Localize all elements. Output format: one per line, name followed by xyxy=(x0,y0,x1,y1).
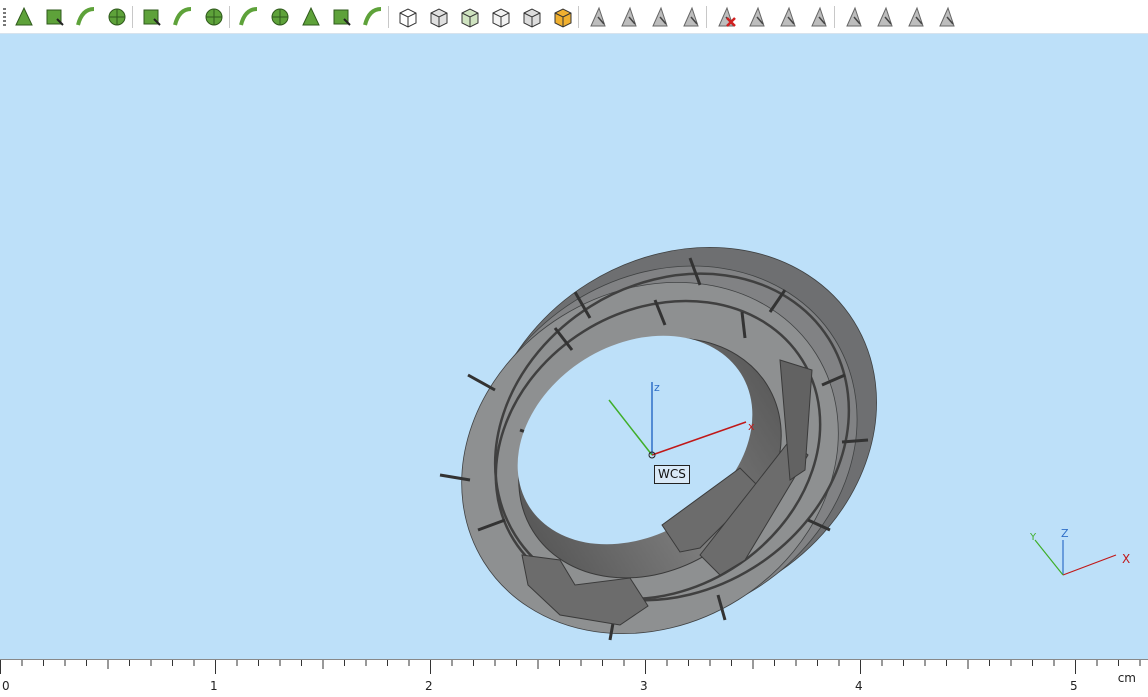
pick-arrow-icon[interactable] xyxy=(586,5,610,29)
select-box-solid-icon[interactable] xyxy=(551,5,575,29)
select-face-icon[interactable] xyxy=(43,5,67,29)
triad-x-label: X xyxy=(1122,552,1131,566)
toolbar xyxy=(0,0,1148,34)
toolbar-separator xyxy=(706,6,707,28)
ruler-unit: cm xyxy=(1117,671,1136,685)
view-2-icon[interactable] xyxy=(873,5,897,29)
sketch-chain-icon[interactable] xyxy=(171,5,195,29)
ring-model[interactable] xyxy=(395,175,945,659)
scale-ruler: 0 1 2 3 4 5 cm xyxy=(0,659,1148,697)
wcs-z-label: z xyxy=(654,381,660,394)
select-vertex-icon[interactable] xyxy=(12,5,36,29)
select-box-shaded-icon[interactable] xyxy=(427,5,451,29)
select-blob-icon[interactable] xyxy=(268,5,292,29)
delete-pick-icon[interactable] xyxy=(714,5,738,29)
pick-gray-3-icon[interactable] xyxy=(807,5,831,29)
view-3-icon[interactable] xyxy=(904,5,928,29)
select-wheel-icon[interactable] xyxy=(330,5,354,29)
orientation-triad xyxy=(1034,539,1117,576)
wcs-label: WCS xyxy=(654,465,690,484)
toolbar-separator xyxy=(578,6,579,28)
select-pattern-icon[interactable] xyxy=(299,5,323,29)
triad-z-label: Z xyxy=(1061,527,1069,540)
select-cut-wheel-icon[interactable] xyxy=(361,5,385,29)
ruler-label-4: 4 xyxy=(855,679,863,693)
pick-sweep-icon[interactable] xyxy=(679,5,703,29)
toolbar-grip[interactable] xyxy=(3,8,6,26)
select-edge-arrow-icon[interactable] xyxy=(74,5,98,29)
ruler-label-5: 5 xyxy=(1070,679,1078,693)
toolbar-separator xyxy=(229,6,230,28)
select-box-wire-icon[interactable] xyxy=(489,5,513,29)
toolbar-separator xyxy=(388,6,389,28)
select-box-color-icon[interactable] xyxy=(458,5,482,29)
view-4-icon[interactable] xyxy=(935,5,959,29)
wcs-x-label: x xyxy=(748,420,755,433)
select-circle-icon[interactable] xyxy=(105,5,129,29)
pick-face-arrow-icon[interactable] xyxy=(648,5,672,29)
3d-viewport[interactable]: z x Z X Y xyxy=(0,35,1148,659)
toolbar-separator xyxy=(834,6,835,28)
view-1-icon[interactable] xyxy=(842,5,866,29)
toolbar-separator xyxy=(132,6,133,28)
ruler-ticks xyxy=(0,660,1141,674)
viewport-canvas[interactable] xyxy=(0,35,1148,659)
select-box-point-icon[interactable] xyxy=(520,5,544,29)
select-surface-icon[interactable] xyxy=(237,5,261,29)
select-box-icon[interactable] xyxy=(396,5,420,29)
pick-edge-arrow-icon[interactable] xyxy=(617,5,641,29)
sketch-rect-icon[interactable] xyxy=(140,5,164,29)
ruler-label-1: 1 xyxy=(210,679,218,693)
sketch-curve-icon[interactable] xyxy=(202,5,226,29)
ruler-label-0: 0 xyxy=(2,679,10,693)
pick-gray-2-icon[interactable] xyxy=(776,5,800,29)
ruler-label-2: 2 xyxy=(425,679,433,693)
triad-y-label: Y xyxy=(1030,532,1037,543)
ruler-label-3: 3 xyxy=(640,679,648,693)
pick-gray-1-icon[interactable] xyxy=(745,5,769,29)
